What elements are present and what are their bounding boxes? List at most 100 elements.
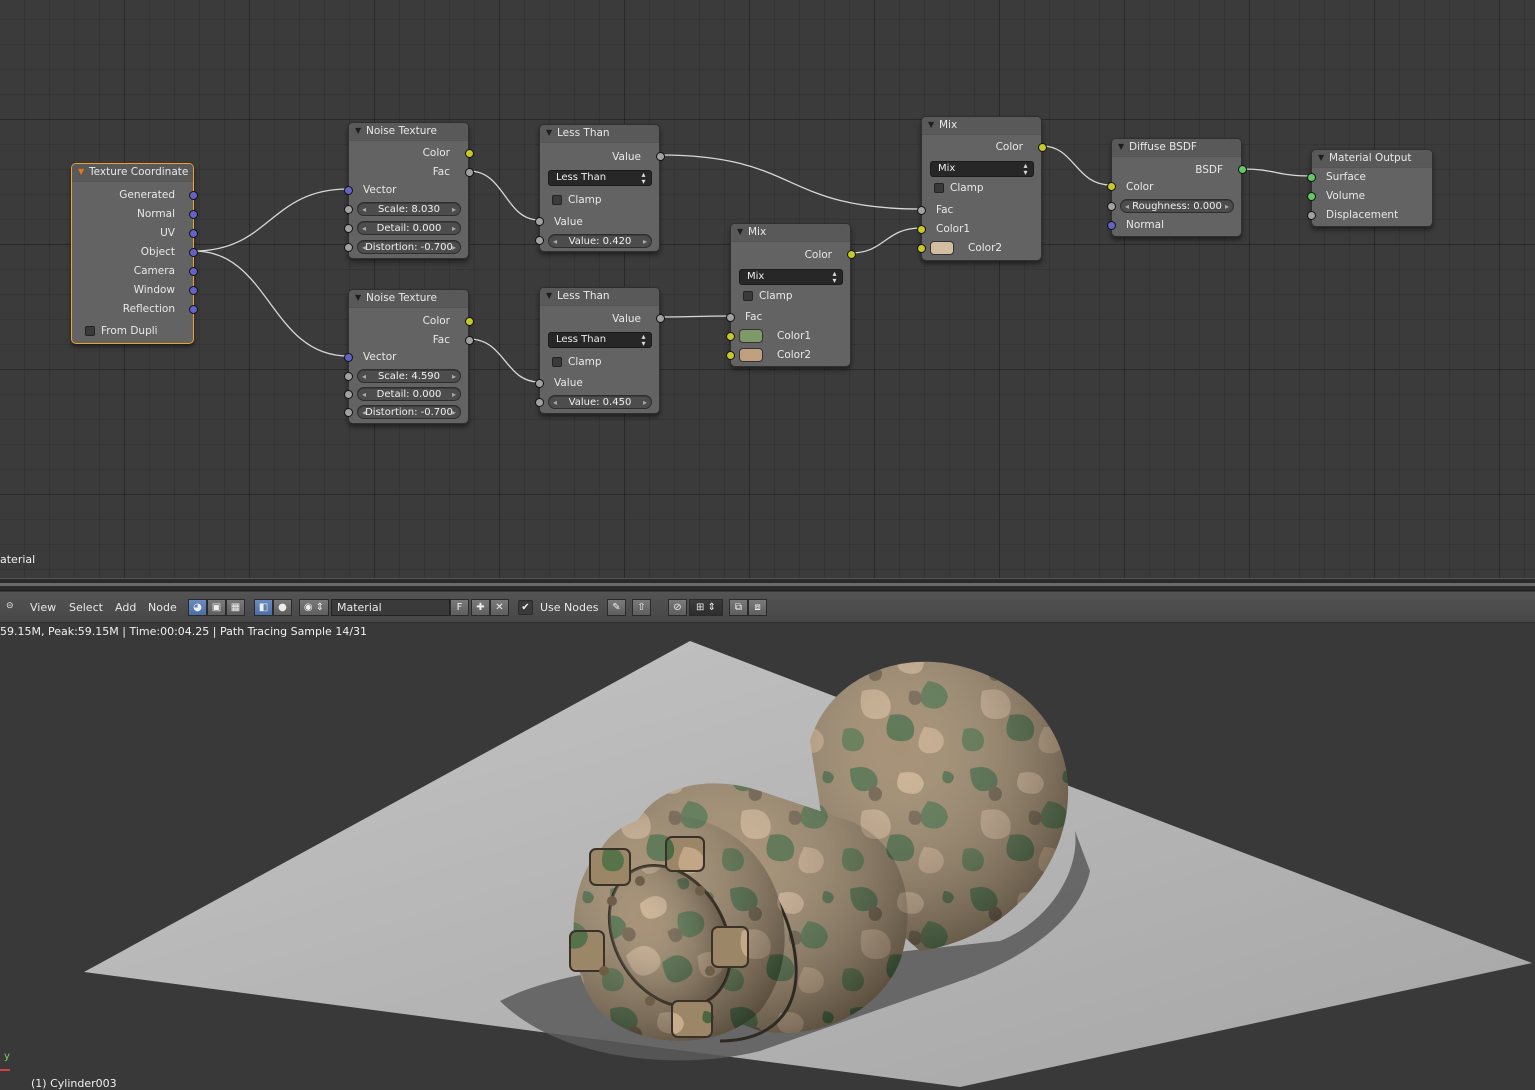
output-socket-object[interactable] [189, 248, 198, 257]
texture-nodes-icon[interactable]: ▦ [226, 599, 245, 616]
input-socket-normal[interactable] [1107, 221, 1116, 230]
input-socket-volume[interactable] [1307, 192, 1316, 201]
material-browse-icon[interactable]: ◉ ⇕ [299, 599, 329, 616]
collapse-arrow-icon[interactable]: ▼ [355, 293, 361, 302]
pin-icon[interactable]: ✎ [607, 599, 626, 616]
input-socket-color2[interactable] [917, 244, 926, 253]
snap-element-icon[interactable]: ⊞ ⇕ [689, 599, 723, 616]
scale-field[interactable]: ◂ Scale: 8.030 ▸ [357, 202, 461, 216]
input-socket-scale[interactable] [344, 372, 353, 381]
clamp-checkbox[interactable] [743, 291, 753, 301]
output-socket-uv[interactable] [189, 229, 198, 238]
input-socket-fac[interactable] [726, 313, 735, 322]
color2-swatch[interactable] [739, 348, 763, 362]
distortion-field[interactable]: ◂ Distortion: -0.700 ▸ [357, 405, 461, 419]
output-socket-color[interactable] [847, 250, 856, 259]
blend-type-dropdown[interactable]: Mix ▴ ▾ [739, 269, 843, 285]
shader-nodes-icon[interactable]: ◕ [188, 599, 207, 616]
collapse-arrow-icon[interactable]: ▼ [1318, 153, 1324, 162]
menu-select[interactable]: Select [69, 601, 103, 614]
operation-dropdown[interactable]: Less Than ▴ ▾ [548, 332, 652, 348]
input-socket-detail[interactable] [344, 390, 353, 399]
material-name-field[interactable]: Material [331, 599, 450, 616]
collapse-arrow-icon[interactable]: ▼ [546, 291, 552, 300]
editor-type-icon[interactable]: ⊝ [6, 601, 14, 611]
detail-field[interactable]: ◂ Detail: 0.000 ▸ [357, 221, 461, 235]
node-editor[interactable]: ▼ Texture Coordinate Generated Normal UV … [0, 0, 1535, 578]
color2-swatch[interactable] [930, 241, 954, 255]
input-socket-color[interactable] [1107, 182, 1116, 191]
value-field[interactable]: ◂ Value: 0.450 ▸ [548, 395, 652, 409]
input-socket-color1[interactable] [917, 225, 926, 234]
input-socket-distortion[interactable] [344, 408, 353, 417]
less-than-node-1[interactable]: ▼ Less Than Value Less Than ▴ ▾ Clamp Value… [535, 124, 665, 252]
value-field[interactable]: ◂ Value: 0.420 ▸ [548, 234, 652, 248]
input-socket-detail[interactable] [344, 224, 353, 233]
mix-node-2[interactable]: ▼ Mix Color Mix ▴ ▾ Clamp Fac Color1 Color2 [917, 116, 1047, 261]
input-socket-surface[interactable] [1307, 173, 1316, 182]
output-socket-value[interactable] [656, 314, 665, 323]
material-output-node[interactable]: ▼ Material Output Surface Volume Displace… [1307, 149, 1433, 227]
menu-view[interactable]: View [30, 601, 56, 614]
input-socket-value-1[interactable] [535, 217, 544, 226]
collapse-arrow-icon[interactable]: ▼ [355, 126, 361, 135]
clamp-checkbox[interactable] [552, 195, 562, 205]
new-material-icon[interactable]: ✚ [471, 599, 490, 616]
input-socket-value-2[interactable] [535, 398, 544, 407]
paste-nodes-icon[interactable]: ⧈ [748, 599, 767, 616]
input-socket-distortion[interactable] [344, 243, 353, 252]
output-socket-color[interactable] [465, 317, 474, 326]
clamp-checkbox[interactable] [552, 357, 562, 367]
output-socket-fac[interactable] [465, 168, 474, 177]
detail-field[interactable]: ◂ Detail: 0.000 ▸ [357, 387, 461, 401]
menu-add[interactable]: Add [115, 601, 136, 614]
noise-texture-node-1[interactable]: ▼ Noise Texture Color Fac Vector ◂ Scale: … [344, 122, 474, 259]
input-socket-value-1[interactable] [535, 379, 544, 388]
input-socket-scale[interactable] [344, 205, 353, 214]
output-socket-reflection[interactable] [189, 305, 198, 314]
clamp-checkbox[interactable] [934, 183, 944, 193]
use-nodes-checkbox[interactable]: ✔ [518, 600, 533, 615]
copy-nodes-icon[interactable]: ⧉ [729, 599, 748, 616]
snap-toggle-icon[interactable]: ⊘ [668, 599, 687, 616]
object-shader-icon[interactable]: ◧ [254, 599, 273, 616]
output-socket-color[interactable] [1038, 143, 1047, 152]
operation-dropdown[interactable]: Less Than ▴ ▾ [548, 170, 652, 186]
go-to-parent-icon[interactable]: ⇧ [632, 599, 651, 616]
output-socket-normal[interactable] [189, 210, 198, 219]
less-than-node-2[interactable]: ▼ Less Than Value Less Than ▴ ▾ Clamp Value… [535, 287, 665, 414]
input-socket-displacement[interactable] [1307, 211, 1316, 220]
collapse-arrow-icon[interactable]: ▼ [78, 167, 84, 176]
output-socket-value[interactable] [656, 152, 665, 161]
output-socket-window[interactable] [189, 286, 198, 295]
input-socket-color2[interactable] [726, 351, 735, 360]
noise-texture-node-2[interactable]: ▼ Noise Texture Color Fac Vector ◂ Scale: … [344, 289, 474, 424]
collapse-arrow-icon[interactable]: ▼ [546, 128, 552, 137]
diffuse-bsdf-node[interactable]: ▼ Diffuse BSDF BSDF Color ◂ Roughness: 0.0… [1107, 138, 1247, 237]
input-socket-vector[interactable] [344, 186, 353, 195]
mix-node-1[interactable]: ▼ Mix Color Mix ▴ ▾ Clamp Fac Color1 Color2 [726, 223, 856, 367]
color1-swatch[interactable] [739, 329, 763, 343]
3d-viewport[interactable]: y [0, 641, 1535, 1087]
input-socket-fac[interactable] [917, 206, 926, 215]
input-socket-color1[interactable] [726, 332, 735, 341]
texture-coordinate-node[interactable]: ▼ Texture Coordinate Generated Normal UV … [71, 163, 198, 344]
input-socket-value-2[interactable] [535, 236, 544, 245]
menu-node[interactable]: Node [148, 601, 177, 614]
from-dupli-checkbox[interactable] [85, 326, 95, 336]
distortion-field[interactable]: ◂ Distortion: -0.700 ▸ [357, 240, 461, 254]
collapse-arrow-icon[interactable]: ▼ [737, 227, 743, 236]
output-socket-generated[interactable] [189, 191, 198, 200]
collapse-arrow-icon[interactable]: ▼ [1118, 142, 1124, 151]
compositing-nodes-icon[interactable]: ▣ [207, 599, 226, 616]
output-socket-bsdf[interactable] [1238, 165, 1247, 174]
output-socket-fac[interactable] [465, 336, 474, 345]
output-socket-camera[interactable] [189, 267, 198, 276]
roughness-field[interactable]: ◂ Roughness: 0.000 ▸ [1120, 199, 1234, 213]
area-divider[interactable] [0, 578, 1535, 591]
world-shader-icon[interactable]: ● [273, 599, 292, 616]
unlink-material-icon[interactable]: ✕ [490, 599, 509, 616]
blend-type-dropdown[interactable]: Mix ▴ ▾ [930, 161, 1034, 177]
output-socket-color[interactable] [465, 149, 474, 158]
scale-field[interactable]: ◂ Scale: 4.590 ▸ [357, 369, 461, 383]
